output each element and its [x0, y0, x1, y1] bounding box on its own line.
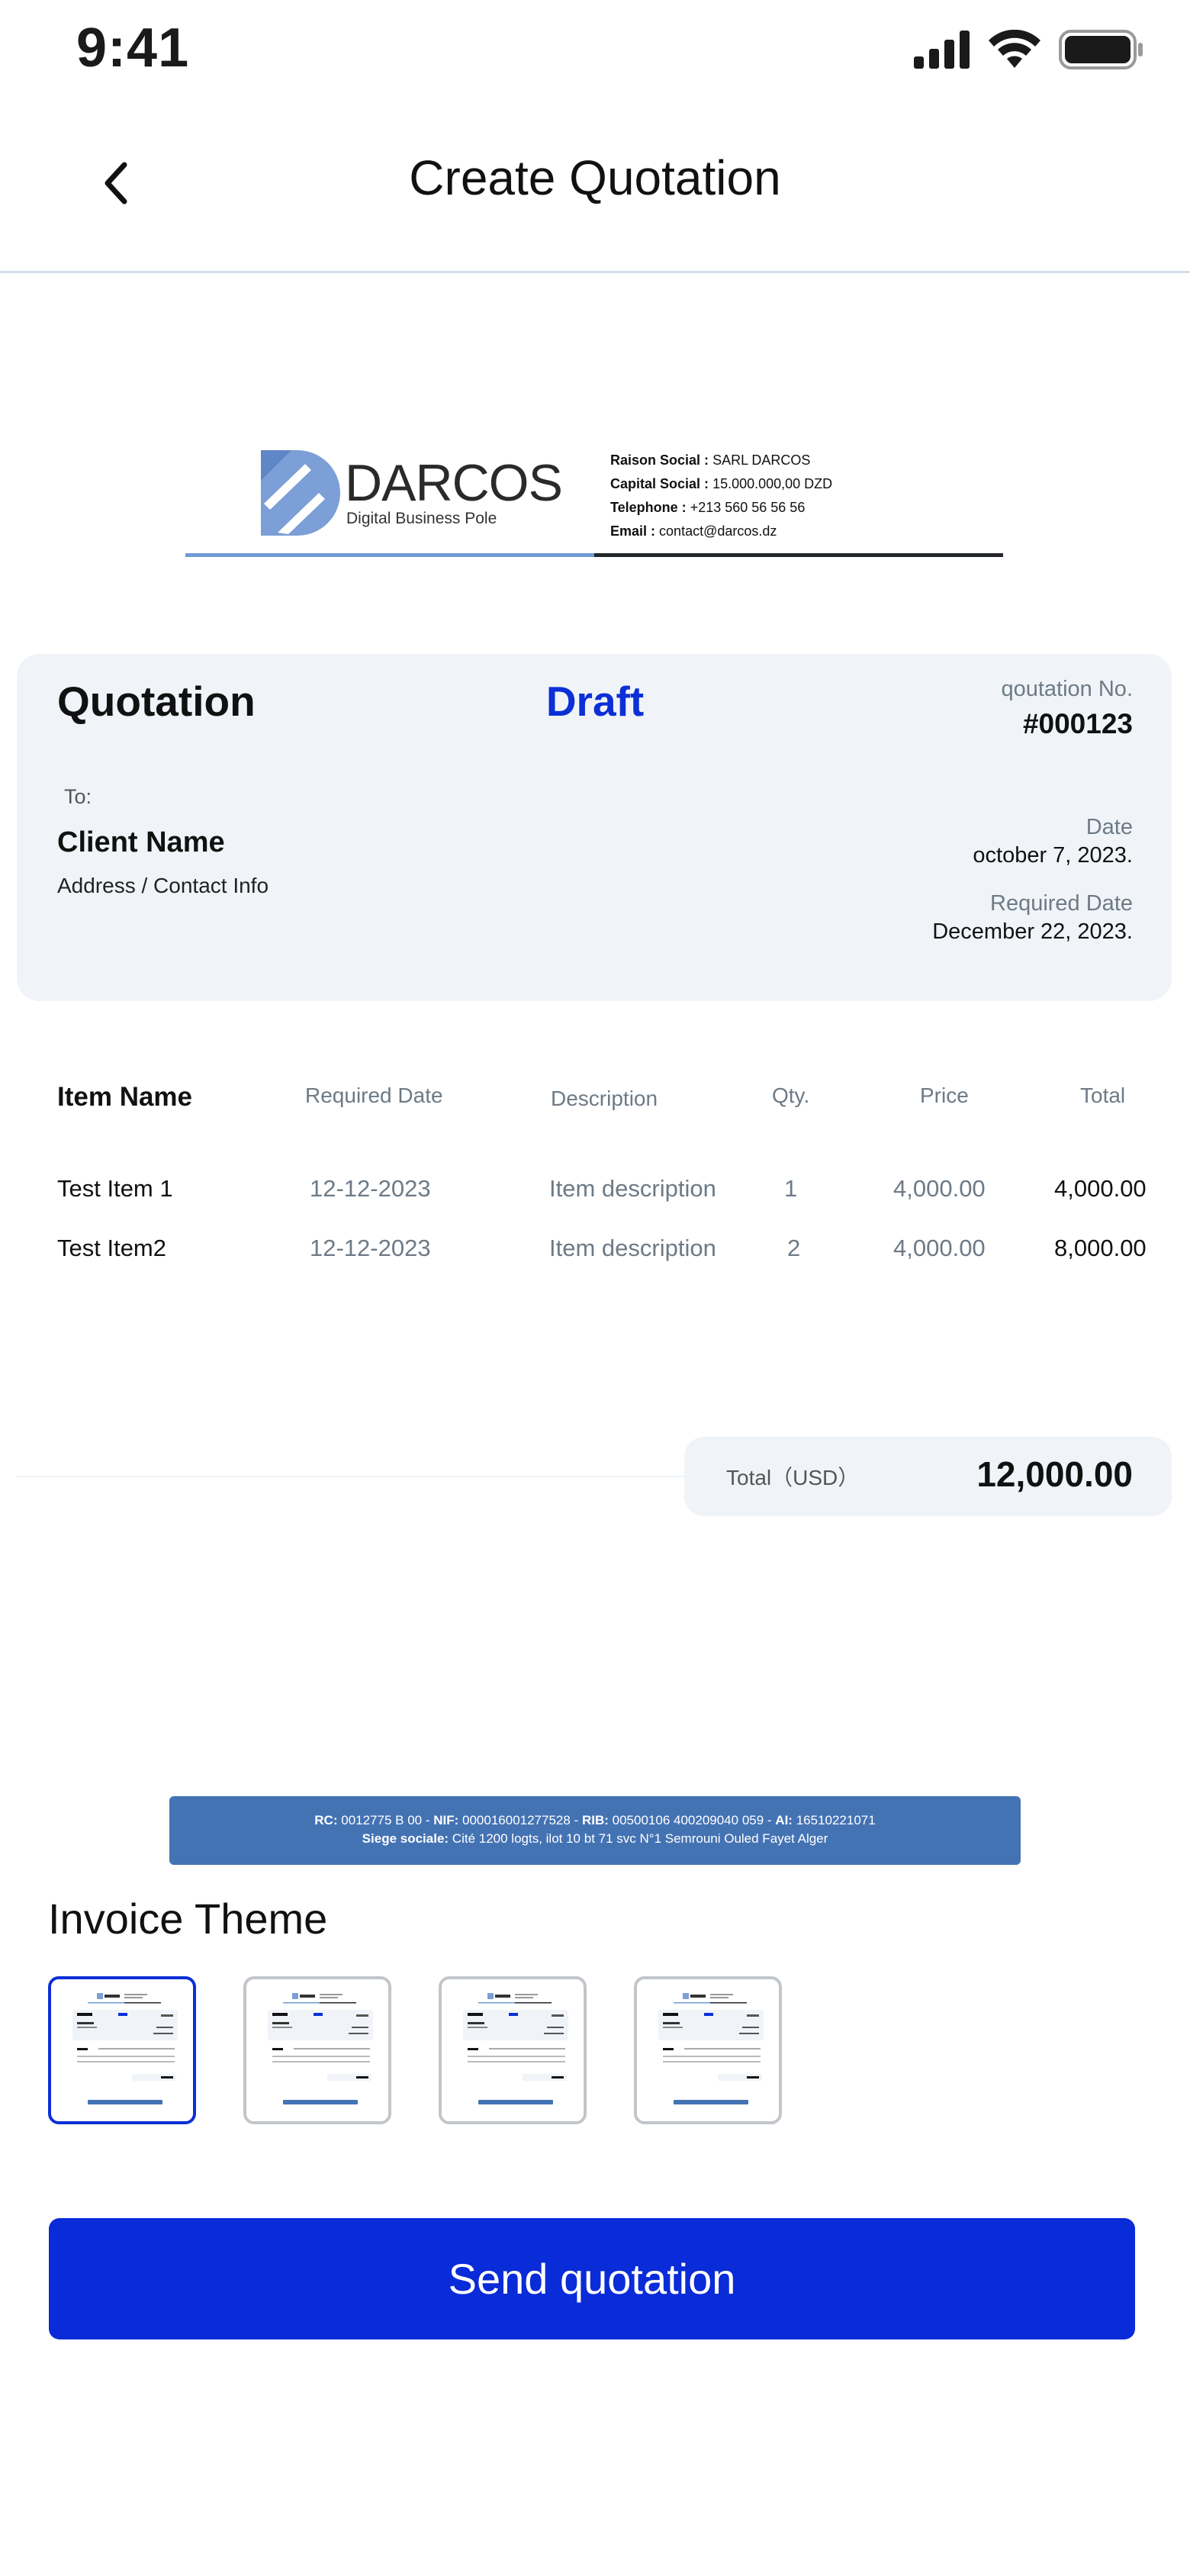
rc-value: 0012775 B 00	[341, 1813, 423, 1827]
rib-label: RIB:	[581, 1813, 609, 1827]
total-label: Total（USD）	[726, 1466, 860, 1489]
column-header-description: Description	[551, 1087, 658, 1110]
theme-option-1[interactable]	[48, 1976, 196, 2124]
required-date-value[interactable]: December 22, 2023.	[932, 919, 1133, 945]
theme-option-2[interactable]	[243, 1976, 391, 2124]
column-header-item: Item Name	[57, 1082, 193, 1112]
telephone-label: Telephone :	[610, 500, 687, 515]
wifi-icon	[989, 30, 1040, 68]
header-divider	[0, 271, 1190, 273]
nif-value: 000016001277528	[462, 1813, 571, 1827]
siege-value: Cité 1200 logts, ilot 10 bt 71 svc N°1 S…	[452, 1831, 828, 1846]
column-header-required-date: Required Date	[305, 1084, 443, 1107]
theme-section-title: Invoice Theme	[48, 1895, 328, 1943]
total-divider	[17, 1476, 688, 1477]
ai-label: AI:	[775, 1813, 793, 1827]
ai-value: 16510221071	[796, 1813, 876, 1827]
table-row-item[interactable]: Test Item2	[57, 1235, 166, 1262]
company-name: DARCOS	[345, 454, 563, 512]
required-date-label: Required Date	[990, 891, 1133, 916]
siege-label: Siege sociale:	[362, 1831, 449, 1846]
table-row-price: 4,000.00	[893, 1175, 986, 1202]
table-row-required-date: 12-12-2023	[310, 1235, 431, 1261]
email-label: Email :	[610, 523, 656, 539]
raison-social: SARL DARCOS	[712, 452, 811, 468]
table-row-price: 4,000.00	[893, 1235, 986, 1261]
status-icons	[914, 23, 1144, 76]
column-header-price: Price	[920, 1084, 969, 1107]
table-row-qty: 2	[787, 1235, 801, 1261]
footer-address-line: Siege sociale: Cité 1200 logts, ilot 10 …	[169, 1830, 1021, 1848]
total-value: 12,000.00	[976, 1454, 1133, 1494]
to-label: To:	[64, 785, 92, 808]
client-address[interactable]: Address / Contact Info	[57, 874, 269, 898]
table-row-total: 4,000.00	[1054, 1175, 1147, 1202]
table-row-total: 8,000.00	[1054, 1235, 1147, 1261]
letterhead-rule-blue	[185, 553, 594, 557]
theme-option-3[interactable]	[439, 1976, 587, 2124]
battery-icon	[1059, 30, 1143, 69]
signal-icon	[914, 31, 970, 69]
table-row-description: Item description	[549, 1235, 716, 1261]
table-row-item[interactable]: Test Item 1	[57, 1175, 173, 1203]
theme-preview-icon	[658, 1993, 764, 2104]
company-tagline: Digital Business Pole	[346, 510, 497, 527]
theme-preview-icon	[268, 1993, 373, 2104]
capital-label: Capital Social :	[610, 476, 709, 491]
raison-social-label: Raison Social :	[610, 452, 709, 468]
theme-preview-icon	[72, 1993, 178, 2104]
rib-value: 00500106 400209040 059	[612, 1813, 764, 1827]
telephone-value: +213 560 56 56 56	[690, 500, 806, 515]
footer-registration-line: RC: 0012775 B 00 - NIF: 000016001277528 …	[314, 1813, 876, 1827]
theme-option-4[interactable]	[634, 1976, 782, 2124]
table-row-qty: 1	[784, 1175, 798, 1202]
rc-label: RC:	[314, 1813, 338, 1827]
date-label: Date	[1085, 815, 1133, 839]
send-quotation-button[interactable]: Send quotation	[49, 2218, 1135, 2339]
table-row-required-date: 12-12-2023	[310, 1175, 431, 1202]
letterhead-rule-dark	[594, 553, 1003, 557]
page-title: Create Quotation	[409, 150, 781, 205]
column-header-total: Total	[1080, 1084, 1126, 1107]
quotation-number: #000123	[1022, 708, 1133, 739]
document-footer: RC: 0012775 B 00 - NIF: 000016001277528 …	[169, 1796, 1021, 1865]
company-info: Raison Social : SARL DARCOS Capital Soci…	[610, 449, 832, 543]
status-time: 9:41	[76, 18, 190, 79]
email-value: contact@darcos.dz	[659, 523, 777, 539]
capital-value: 15.000.000,00 DZD	[712, 476, 833, 491]
theme-preview-icon	[463, 1993, 568, 2104]
date-value[interactable]: october 7, 2023.	[973, 843, 1133, 868]
client-name[interactable]: Client Name	[57, 826, 225, 859]
quotation-number-label: qoutation No.	[1001, 677, 1133, 701]
darcos-logo-icon	[261, 450, 340, 536]
column-header-qty: Qty.	[772, 1084, 810, 1107]
table-row-description: Item description	[549, 1175, 716, 1202]
nif-label: NIF:	[433, 1813, 459, 1827]
